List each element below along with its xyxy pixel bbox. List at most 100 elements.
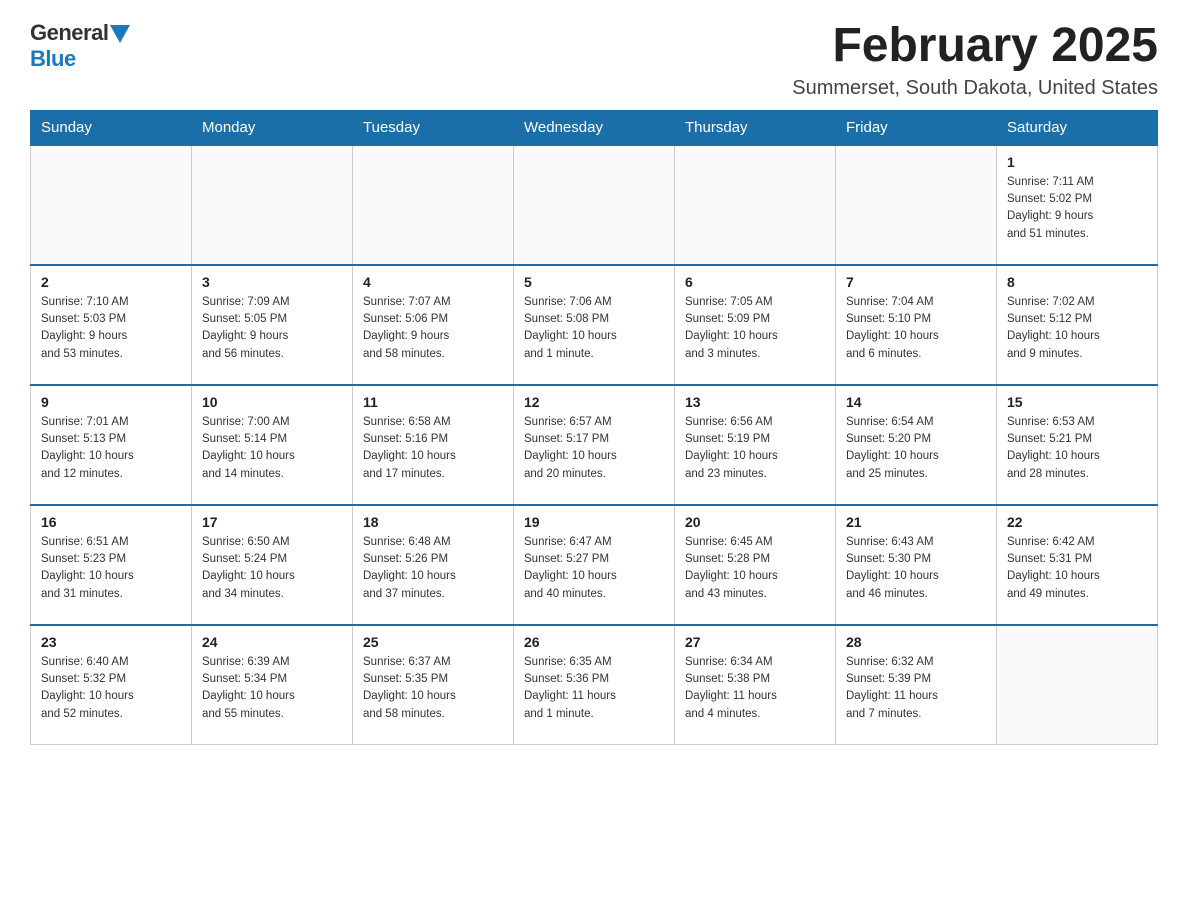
weekday-header-friday: Friday [836, 110, 997, 145]
calendar-table: SundayMondayTuesdayWednesdayThursdayFrid… [30, 110, 1158, 746]
day-number: 7 [846, 274, 986, 290]
day-info: Sunrise: 6:32 AM Sunset: 5:39 PM Dayligh… [846, 654, 986, 723]
day-info: Sunrise: 6:54 AM Sunset: 5:20 PM Dayligh… [846, 414, 986, 483]
day-info: Sunrise: 7:10 AM Sunset: 5:03 PM Dayligh… [41, 294, 181, 363]
day-info: Sunrise: 6:34 AM Sunset: 5:38 PM Dayligh… [685, 654, 825, 723]
calendar-day-23: 23 Sunrise: 6:40 AM Sunset: 5:32 PM Dayli… [31, 625, 192, 745]
logo-arrow-icon [110, 25, 130, 43]
day-info: Sunrise: 6:56 AM Sunset: 5:19 PM Dayligh… [685, 414, 825, 483]
weekday-header-row: SundayMondayTuesdayWednesdayThursdayFrid… [31, 110, 1158, 145]
day-number: 25 [363, 634, 503, 650]
day-number: 1 [1007, 154, 1147, 170]
calendar-day-12: 12 Sunrise: 6:57 AM Sunset: 5:17 PM Dayli… [514, 385, 675, 505]
day-number: 5 [524, 274, 664, 290]
calendar-day-25: 25 Sunrise: 6:37 AM Sunset: 5:35 PM Dayli… [353, 625, 514, 745]
weekday-header-thursday: Thursday [675, 110, 836, 145]
calendar-day-empty [836, 145, 997, 265]
calendar-day-20: 20Sunrise: 6:45 AM Sunset: 5:28 PM Dayli… [675, 505, 836, 625]
day-info: Sunrise: 7:06 AM Sunset: 5:08 PM Dayligh… [524, 294, 664, 363]
day-info: Sunrise: 6:45 AM Sunset: 5:28 PM Dayligh… [685, 534, 825, 603]
day-info: Sunrise: 6:43 AM Sunset: 5:30 PM Dayligh… [846, 534, 986, 603]
day-number: 28 [846, 634, 986, 650]
day-info: Sunrise: 7:02 AM Sunset: 5:12 PM Dayligh… [1007, 294, 1147, 363]
day-info: Sunrise: 7:11 AM Sunset: 5:02 PM Dayligh… [1007, 174, 1147, 243]
calendar-day-5: 5 Sunrise: 7:06 AM Sunset: 5:08 PM Daylig… [514, 265, 675, 385]
day-info: Sunrise: 6:58 AM Sunset: 5:16 PM Dayligh… [363, 414, 503, 483]
calendar-day-16: 16Sunrise: 6:51 AM Sunset: 5:23 PM Dayli… [31, 505, 192, 625]
calendar-day-21: 21 Sunrise: 6:43 AM Sunset: 5:30 PM Dayli… [836, 505, 997, 625]
day-number: 10 [202, 394, 342, 410]
calendar-week-row: 1 Sunrise: 7:11 AM Sunset: 5:02 PM Daylig… [31, 145, 1158, 265]
calendar-day-13: 13 Sunrise: 6:56 AM Sunset: 5:19 PM Dayli… [675, 385, 836, 505]
weekday-header-wednesday: Wednesday [514, 110, 675, 145]
day-number: 23 [41, 634, 181, 650]
calendar-day-27: 27 Sunrise: 6:34 AM Sunset: 5:38 PM Dayli… [675, 625, 836, 745]
day-info: Sunrise: 6:50 AM Sunset: 5:24 PM Dayligh… [202, 534, 342, 603]
calendar-day-3: 3 Sunrise: 7:09 AM Sunset: 5:05 PM Daylig… [192, 265, 353, 385]
day-number: 11 [363, 394, 503, 410]
day-info: Sunrise: 6:40 AM Sunset: 5:32 PM Dayligh… [41, 654, 181, 723]
weekday-header-tuesday: Tuesday [353, 110, 514, 145]
day-info: Sunrise: 6:57 AM Sunset: 5:17 PM Dayligh… [524, 414, 664, 483]
calendar-day-10: 10 Sunrise: 7:00 AM Sunset: 5:14 PM Dayli… [192, 385, 353, 505]
calendar-week-row: 2 Sunrise: 7:10 AM Sunset: 5:03 PM Daylig… [31, 265, 1158, 385]
weekday-header-monday: Monday [192, 110, 353, 145]
calendar-day-empty [675, 145, 836, 265]
day-info: Sunrise: 6:35 AM Sunset: 5:36 PM Dayligh… [524, 654, 664, 723]
day-number: 16 [41, 514, 181, 530]
calendar-day-empty [997, 625, 1158, 745]
calendar-day-6: 6Sunrise: 7:05 AM Sunset: 5:09 PM Daylig… [675, 265, 836, 385]
day-number: 13 [685, 394, 825, 410]
day-number: 2 [41, 274, 181, 290]
calendar-week-row: 9 Sunrise: 7:01 AM Sunset: 5:13 PM Daylig… [31, 385, 1158, 505]
day-number: 8 [1007, 274, 1147, 290]
calendar-day-22: 22 Sunrise: 6:42 AM Sunset: 5:31 PM Dayli… [997, 505, 1158, 625]
day-number: 18 [363, 514, 503, 530]
day-info: Sunrise: 7:04 AM Sunset: 5:10 PM Dayligh… [846, 294, 986, 363]
calendar-day-28: 28 Sunrise: 6:32 AM Sunset: 5:39 PM Dayli… [836, 625, 997, 745]
day-info: Sunrise: 6:42 AM Sunset: 5:31 PM Dayligh… [1007, 534, 1147, 603]
day-info: Sunrise: 6:37 AM Sunset: 5:35 PM Dayligh… [363, 654, 503, 723]
day-number: 3 [202, 274, 342, 290]
calendar-day-14: 14Sunrise: 6:54 AM Sunset: 5:20 PM Dayli… [836, 385, 997, 505]
calendar-week-row: 23 Sunrise: 6:40 AM Sunset: 5:32 PM Dayli… [31, 625, 1158, 745]
day-number: 12 [524, 394, 664, 410]
day-info: Sunrise: 6:53 AM Sunset: 5:21 PM Dayligh… [1007, 414, 1147, 483]
day-info: Sunrise: 6:48 AM Sunset: 5:26 PM Dayligh… [363, 534, 503, 603]
day-number: 27 [685, 634, 825, 650]
day-info: Sunrise: 7:09 AM Sunset: 5:05 PM Dayligh… [202, 294, 342, 363]
calendar-day-19: 19Sunrise: 6:47 AM Sunset: 5:27 PM Dayli… [514, 505, 675, 625]
calendar-day-4: 4Sunrise: 7:07 AM Sunset: 5:06 PM Daylig… [353, 265, 514, 385]
day-info: Sunrise: 7:01 AM Sunset: 5:13 PM Dayligh… [41, 414, 181, 483]
calendar-day-17: 17 Sunrise: 6:50 AM Sunset: 5:24 PM Dayli… [192, 505, 353, 625]
day-number: 17 [202, 514, 342, 530]
logo-general-text: General [30, 20, 108, 46]
day-number: 19 [524, 514, 664, 530]
calendar-week-row: 16Sunrise: 6:51 AM Sunset: 5:23 PM Dayli… [31, 505, 1158, 625]
calendar-day-empty [353, 145, 514, 265]
calendar-day-26: 26Sunrise: 6:35 AM Sunset: 5:36 PM Dayli… [514, 625, 675, 745]
weekday-header-sunday: Sunday [31, 110, 192, 145]
location-subtitle: Summerset, South Dakota, United States [792, 77, 1158, 100]
month-year-title: February 2025 [792, 20, 1158, 73]
day-number: 9 [41, 394, 181, 410]
calendar-day-18: 18 Sunrise: 6:48 AM Sunset: 5:26 PM Dayli… [353, 505, 514, 625]
calendar-day-24: 24Sunrise: 6:39 AM Sunset: 5:34 PM Dayli… [192, 625, 353, 745]
calendar-day-15: 15 Sunrise: 6:53 AM Sunset: 5:21 PM Dayli… [997, 385, 1158, 505]
day-info: Sunrise: 7:07 AM Sunset: 5:06 PM Dayligh… [363, 294, 503, 363]
day-number: 24 [202, 634, 342, 650]
calendar-day-2: 2 Sunrise: 7:10 AM Sunset: 5:03 PM Daylig… [31, 265, 192, 385]
weekday-header-saturday: Saturday [997, 110, 1158, 145]
day-info: Sunrise: 7:00 AM Sunset: 5:14 PM Dayligh… [202, 414, 342, 483]
day-info: Sunrise: 7:05 AM Sunset: 5:09 PM Dayligh… [685, 294, 825, 363]
title-section: February 2025 Summerset, South Dakota, U… [792, 20, 1158, 100]
day-number: 21 [846, 514, 986, 530]
day-number: 22 [1007, 514, 1147, 530]
logo-blue-text: Blue [30, 46, 76, 72]
calendar-day-empty [192, 145, 353, 265]
day-number: 15 [1007, 394, 1147, 410]
calendar-day-7: 7 Sunrise: 7:04 AM Sunset: 5:10 PM Daylig… [836, 265, 997, 385]
calendar-day-empty [31, 145, 192, 265]
calendar-day-8: 8 Sunrise: 7:02 AM Sunset: 5:12 PM Daylig… [997, 265, 1158, 385]
logo: General Blue [30, 20, 130, 72]
